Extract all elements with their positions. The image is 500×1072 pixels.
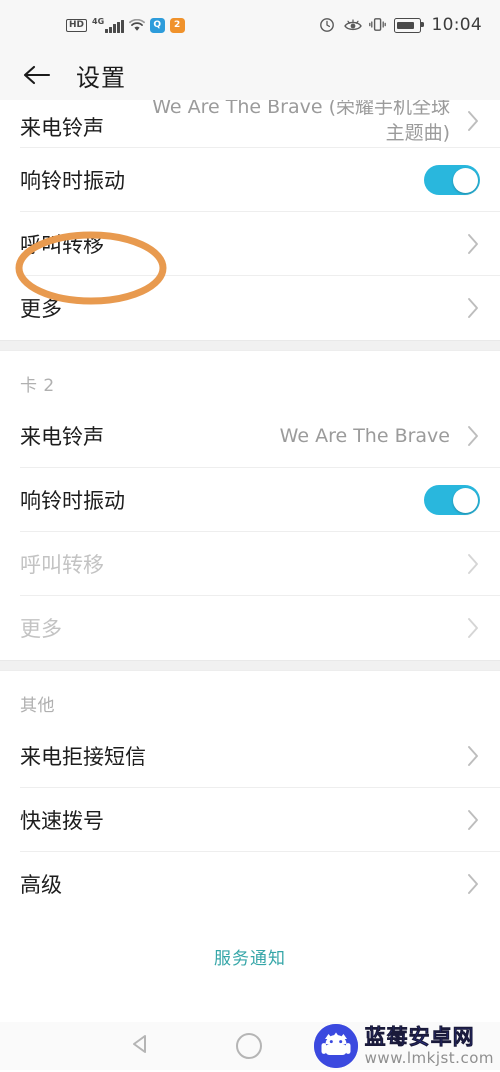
section-divider bbox=[0, 340, 500, 351]
service-notice-link[interactable]: 服务通知 bbox=[0, 916, 500, 969]
section-header-card2: 卡 2 bbox=[20, 376, 55, 396]
row-advanced[interactable]: 高级 bbox=[0, 852, 500, 916]
row-value: We Are The Brave (荣耀手机全球主题曲) bbox=[152, 100, 450, 144]
row-reject-call-sms[interactable]: 来电拒接短信 bbox=[0, 724, 500, 788]
row-value: We Are The Brave bbox=[279, 425, 450, 447]
row-label: 来电铃声 bbox=[20, 425, 104, 449]
chevron-right-icon bbox=[458, 110, 480, 132]
row-more-card1[interactable]: 更多 bbox=[0, 276, 500, 340]
blueberry-android-logo-icon bbox=[313, 1024, 358, 1068]
row-call-forwarding-card1[interactable]: 呼叫转移 bbox=[0, 212, 500, 276]
status-bar-clock: 10:04 bbox=[431, 15, 482, 35]
settings-scroll-area[interactable]: 来电铃声 We Are The Brave (荣耀手机全球主题曲) 响铃时振动 … bbox=[0, 100, 500, 1022]
section-divider bbox=[0, 660, 500, 671]
back-arrow-icon[interactable] bbox=[20, 58, 54, 92]
app-badge-blue-icon: Q bbox=[149, 17, 165, 33]
nav-home-circle-icon[interactable] bbox=[236, 1033, 262, 1059]
vibrate-icon bbox=[368, 17, 386, 33]
chevron-right-icon bbox=[458, 425, 480, 447]
app-badge-orange-icon: 2 bbox=[169, 17, 185, 33]
section-card1: 来电铃声 We Are The Brave (荣耀手机全球主题曲) 响铃时振动 … bbox=[0, 100, 500, 340]
chevron-right-icon bbox=[458, 617, 480, 639]
status-bar-right-icons: 10:04 bbox=[319, 15, 483, 35]
section-card2: 卡 2 来电铃声 We Are The Brave 响铃时振动 呼叫转移 更多 bbox=[0, 351, 500, 660]
chevron-right-icon bbox=[458, 873, 480, 895]
page-title: 设置 bbox=[76, 63, 126, 92]
chevron-right-icon bbox=[458, 553, 480, 575]
signal-bars-icon bbox=[105, 20, 124, 33]
row-label: 响铃时振动 bbox=[20, 489, 125, 513]
vibrate-toggle-card1[interactable] bbox=[424, 165, 480, 195]
chevron-right-icon bbox=[458, 809, 480, 831]
row-vibrate-on-ring-card2[interactable]: 响铃时振动 bbox=[0, 468, 500, 532]
status-bar: HD 4G Q 2 10:04 bbox=[0, 0, 500, 50]
row-label: 来电铃声 bbox=[20, 116, 104, 140]
row-label: 更多 bbox=[20, 617, 62, 641]
site-watermark: 蓝莓安卓网 www.lmkjst.com bbox=[313, 1024, 494, 1068]
row-label: 呼叫转移 bbox=[20, 553, 104, 577]
row-label: 呼叫转移 bbox=[20, 233, 104, 257]
battery-icon bbox=[393, 17, 424, 33]
row-speed-dial[interactable]: 快速拨号 bbox=[0, 788, 500, 852]
watermark-text: 蓝莓安卓网 www.lmkjst.com bbox=[364, 1024, 494, 1067]
row-call-forwarding-card2: 呼叫转移 bbox=[0, 532, 500, 596]
row-more-card2: 更多 bbox=[0, 596, 500, 660]
row-label: 高级 bbox=[20, 873, 62, 897]
row-ringtone-card2[interactable]: 来电铃声 We Are The Brave bbox=[0, 404, 500, 468]
wifi-icon bbox=[128, 18, 145, 32]
section-other: 其他 来电拒接短信 快速拨号 高级 服务通知 bbox=[0, 671, 500, 969]
row-label: 快速拨号 bbox=[20, 809, 104, 833]
status-bar-left-icons: HD 4G Q 2 bbox=[66, 17, 185, 33]
vibrate-toggle-card2[interactable] bbox=[424, 485, 480, 515]
watermark-url: www.lmkjst.com bbox=[364, 1048, 494, 1067]
phone-screen: HD 4G Q 2 10:04 设置 来电铃声 We Are The Brave… bbox=[0, 0, 500, 1070]
signal-4g-icon: 4G bbox=[92, 17, 124, 33]
chevron-right-icon bbox=[458, 745, 480, 767]
row-ringtone-card1[interactable]: 来电铃声 We Are The Brave (荣耀手机全球主题曲) bbox=[0, 100, 500, 148]
app-bar: 设置 bbox=[0, 50, 500, 101]
chevron-right-icon bbox=[458, 297, 480, 319]
row-label: 来电拒接短信 bbox=[20, 745, 146, 769]
nav-back-triangle-icon[interactable] bbox=[129, 1032, 153, 1060]
eye-comfort-icon bbox=[343, 17, 362, 33]
row-label: 更多 bbox=[20, 297, 62, 321]
chevron-right-icon bbox=[458, 233, 480, 255]
row-vibrate-on-ring-card1[interactable]: 响铃时振动 bbox=[0, 148, 500, 212]
row-label: 响铃时振动 bbox=[20, 169, 125, 193]
alarm-icon bbox=[319, 17, 335, 33]
watermark-site-name: 蓝莓安卓网 bbox=[364, 1024, 475, 1049]
section-header-other: 其他 bbox=[20, 696, 55, 716]
hd-icon: HD bbox=[66, 18, 88, 32]
